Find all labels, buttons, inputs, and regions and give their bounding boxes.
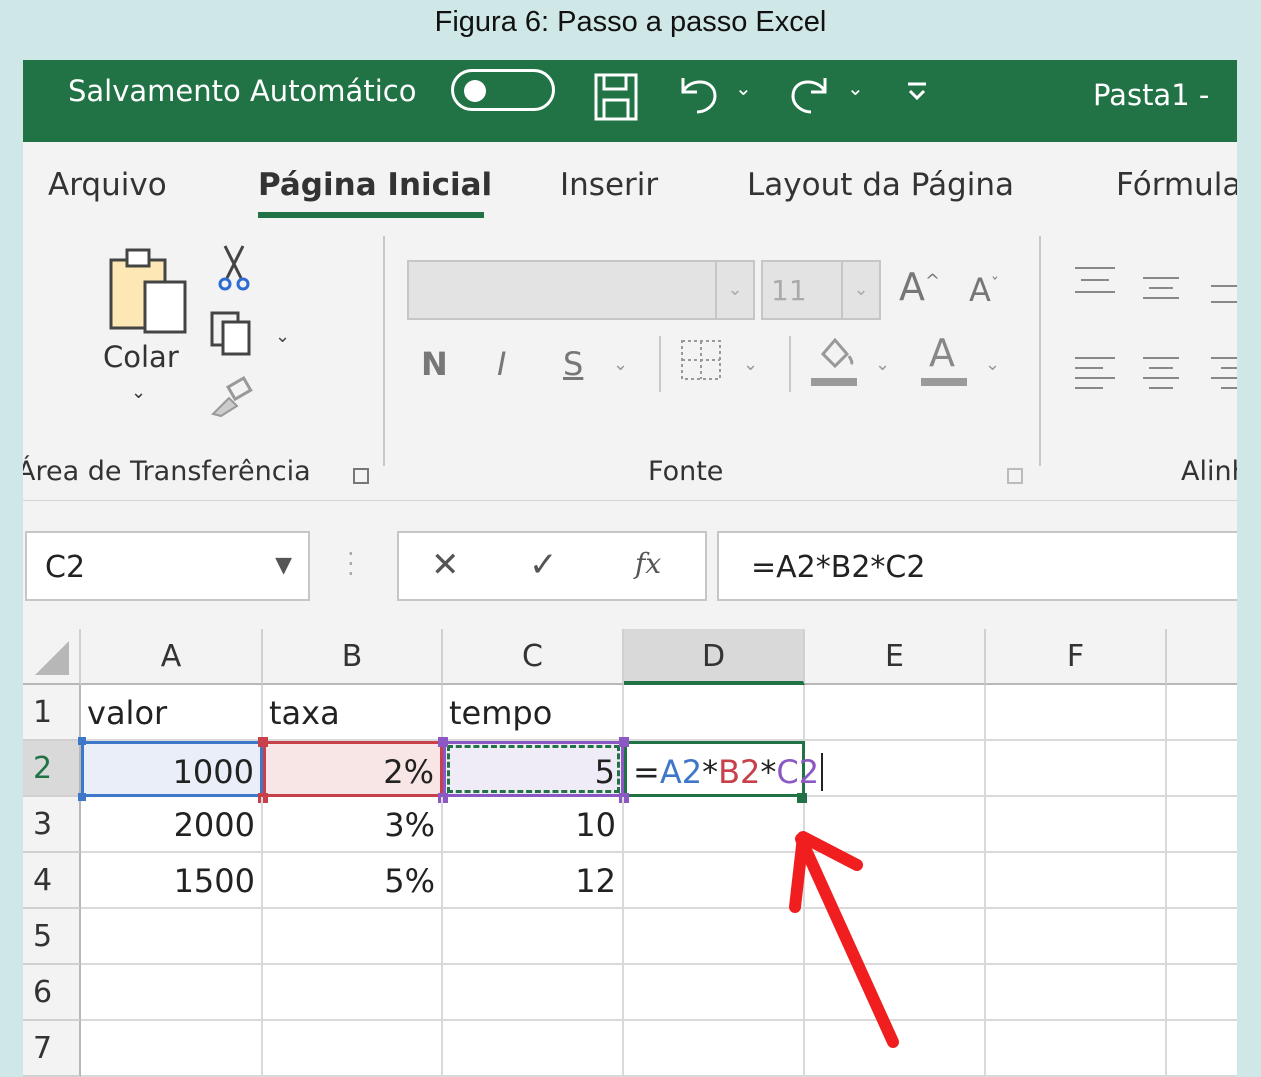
- alignment-group-label: Alinhamento: [1181, 456, 1237, 487]
- copy-dropdown-icon[interactable]: ⌄: [275, 326, 290, 347]
- font-size-value: 11: [771, 274, 807, 307]
- group-separator: [383, 236, 385, 466]
- font-name-dropdown-icon[interactable]: ⌄: [715, 262, 753, 318]
- font-size-combo[interactable]: 11 ⌄: [761, 260, 881, 320]
- font-group-label: Fonte: [648, 456, 724, 487]
- fill-color-icon[interactable]: [813, 334, 859, 380]
- fill-color-swatch: [811, 378, 857, 386]
- italic-button[interactable]: I: [497, 348, 506, 380]
- align-middle-icon[interactable]: [1141, 270, 1181, 312]
- tab-formulas[interactable]: Fórmulas: [1116, 167, 1237, 203]
- document-title: Pasta1 -: [1093, 78, 1210, 112]
- tab-pagina-inicial[interactable]: Página Inicial: [258, 167, 492, 203]
- borders-dropdown-icon[interactable]: ⌄: [743, 356, 758, 374]
- ribbon-tabs: Arquivo Página Inicial Inserir Layout da…: [23, 142, 1237, 222]
- insert-function-icon[interactable]: fx: [635, 547, 661, 580]
- resize-handle-icon[interactable]: · · ·: [347, 542, 355, 586]
- autosave-toggle[interactable]: [451, 69, 555, 111]
- spreadsheet-grid: A B C D E F 1 2 3 4 5 6 7 valor taxa tem…: [23, 629, 1237, 1077]
- underline-dropdown-icon[interactable]: ⌄: [613, 356, 628, 374]
- redo-dropdown-icon[interactable]: ⌄: [847, 78, 864, 98]
- font-name-combo[interactable]: ⌄: [407, 260, 755, 320]
- borders-icon[interactable]: [679, 338, 723, 388]
- tab-arquivo[interactable]: Arquivo: [48, 167, 167, 203]
- excel-window: Salvamento Automático ⌄ ⌄ Pasta1 - Arqui…: [23, 60, 1237, 1077]
- title-bar: Salvamento Automático ⌄ ⌄ Pasta1 -: [23, 60, 1237, 142]
- clipboard-launcher-icon[interactable]: [353, 468, 369, 484]
- align-bottom-icon[interactable]: [1209, 274, 1237, 316]
- font-color-swatch: [921, 378, 967, 386]
- formula-text: =A2*B2*C2: [751, 550, 926, 585]
- toggle-knob: [464, 80, 486, 102]
- align-center-icon[interactable]: [1141, 354, 1181, 400]
- cancel-icon[interactable]: ✕: [431, 545, 460, 585]
- increase-font-glyph: A: [899, 265, 925, 309]
- tab-layout-da-pagina[interactable]: Layout da Página: [747, 167, 1014, 203]
- decrease-font-glyph: A: [969, 271, 991, 309]
- formula-buttons: ✕ ✓ fx: [397, 531, 707, 601]
- red-arrow-annotation: [789, 831, 899, 1048]
- name-box[interactable]: C2 ▼: [25, 531, 310, 601]
- clipboard-group-label: Área de Transferência: [23, 456, 311, 487]
- font-separator: [789, 336, 791, 392]
- paste-icon[interactable]: [107, 244, 189, 342]
- group-separator: [1039, 236, 1041, 466]
- undo-icon[interactable]: [675, 72, 721, 122]
- formula-bar: C2 ▼ · · · ✕ ✓ fx =A2*B2*C2: [23, 501, 1237, 629]
- save-icon[interactable]: [593, 72, 639, 128]
- font-separator: [659, 336, 661, 392]
- paste-label[interactable]: Colar: [103, 340, 179, 374]
- name-box-dropdown-icon[interactable]: ▼: [275, 553, 292, 578]
- customize-toolbar-icon[interactable]: [905, 80, 929, 110]
- paste-dropdown-icon[interactable]: ⌄: [131, 382, 146, 403]
- undo-dropdown-icon[interactable]: ⌄: [735, 78, 752, 98]
- active-tab-indicator: [258, 212, 484, 218]
- fill-color-dropdown-icon[interactable]: ⌄: [875, 356, 890, 374]
- redo-icon[interactable]: [787, 72, 833, 122]
- format-painter-icon[interactable]: [209, 376, 255, 424]
- cut-icon[interactable]: [217, 244, 251, 298]
- tab-inserir[interactable]: Inserir: [560, 167, 658, 203]
- figure-caption: Figura 6: Passo a passo Excel: [434, 6, 827, 38]
- underline-button[interactable]: S: [563, 348, 583, 380]
- increase-font-icon[interactable]: A^: [899, 268, 940, 306]
- ribbon: Colar ⌄ ⌄ Área de Transferência ⌄ 11 ⌄ A…: [23, 222, 1237, 501]
- decrease-font-icon[interactable]: Aˇ: [969, 274, 999, 306]
- font-size-dropdown-icon[interactable]: ⌄: [841, 262, 879, 318]
- align-left-icon[interactable]: [1073, 354, 1117, 400]
- align-right-icon[interactable]: [1209, 354, 1237, 400]
- bold-button[interactable]: N: [421, 348, 448, 380]
- align-top-icon[interactable]: [1073, 264, 1117, 306]
- copy-icon[interactable]: [209, 310, 259, 362]
- name-box-value: C2: [45, 550, 86, 585]
- autosave-label: Salvamento Automático: [68, 74, 417, 108]
- formula-input[interactable]: =A2*B2*C2: [717, 531, 1237, 601]
- font-color-icon[interactable]: A: [929, 334, 955, 372]
- enter-icon[interactable]: ✓: [529, 545, 558, 585]
- font-color-dropdown-icon[interactable]: ⌄: [985, 356, 1000, 374]
- font-launcher-icon[interactable]: [1007, 468, 1023, 484]
